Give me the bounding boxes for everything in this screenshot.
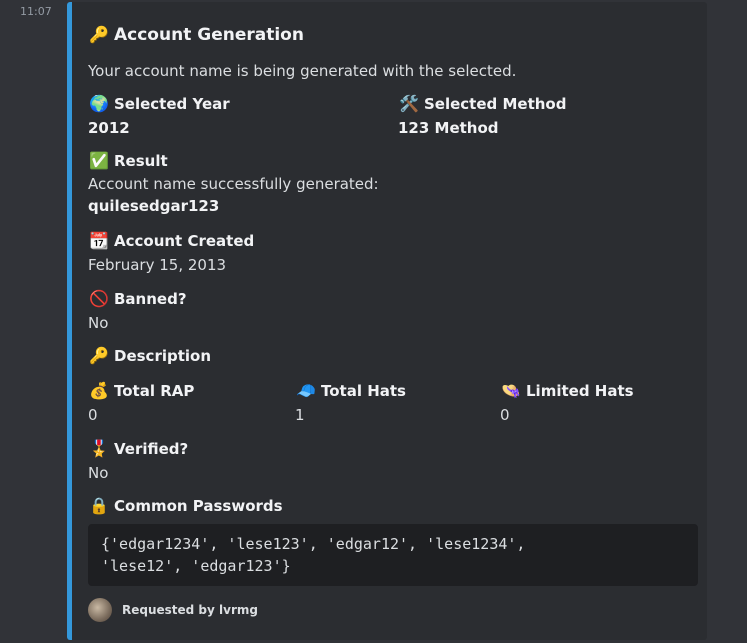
field-account-created: 📆 Account Created February 15, 2013: [88, 230, 254, 276]
embed-description: Your account name is being generated wit…: [88, 62, 517, 80]
field-description: 🔑 Description: [88, 345, 211, 367]
field-name: Description: [114, 347, 212, 365]
medal-icon: 🎖️: [89, 439, 109, 458]
field-total-rap: 💰 Total RAP 0: [88, 380, 194, 426]
lock-icon: 🔒: [89, 496, 109, 515]
embed-card: 🔑 Account Generation Your account name i…: [67, 2, 707, 640]
key-icon: 🔑: [89, 25, 109, 44]
field-name: Selected Method: [424, 95, 567, 113]
field-name: Account Created: [114, 232, 255, 250]
message-timestamp: 11:07: [20, 5, 52, 18]
field-total-hats: 🧢 Total Hats 1: [295, 380, 406, 426]
field-name: Verified?: [114, 440, 189, 458]
code-line: 'lese12', 'edgar123'}: [101, 557, 291, 575]
embed-title: 🔑 Account Generation: [88, 24, 304, 46]
field-verified: 🎖️ Verified? No: [88, 438, 188, 484]
field-value: No: [88, 464, 109, 482]
embed-title-text: Account Generation: [114, 25, 304, 45]
field-value: February 15, 2013: [88, 256, 227, 274]
money-bag-icon: 💰: [89, 381, 109, 400]
globe-icon: 🌍: [89, 94, 109, 113]
passwords-code-block[interactable]: {'edgar1234', 'lese123', 'edgar12', 'les…: [88, 524, 698, 586]
field-value: 0: [88, 406, 98, 424]
field-value: 0: [500, 406, 510, 424]
field-value: 2012: [88, 119, 130, 137]
field-name: Banned?: [114, 290, 187, 308]
field-common-passwords: 🔒 Common Passwords: [88, 495, 283, 517]
field-name: Total RAP: [114, 382, 195, 400]
field-selected-year: 🌍 Selected Year 2012: [88, 93, 230, 139]
field-value-line: Account name successfully generated:: [88, 175, 379, 193]
field-value: No: [88, 314, 109, 332]
womans-hat-icon: 👒: [501, 381, 521, 400]
field-name: Result: [114, 152, 168, 170]
field-name: Total Hats: [321, 382, 406, 400]
field-value: 123 Method: [398, 119, 499, 137]
avatar[interactable]: [88, 598, 112, 622]
calendar-icon: 📆: [89, 231, 109, 250]
field-limited-hats: 👒 Limited Hats 0: [500, 380, 634, 426]
tools-icon: 🛠️: [399, 94, 419, 113]
field-value: 1: [295, 406, 305, 424]
field-name: Limited Hats: [526, 382, 634, 400]
check-icon: ✅: [89, 151, 109, 170]
cap-icon: 🧢: [296, 381, 316, 400]
key-icon: 🔑: [89, 346, 109, 365]
code-line: {'edgar1234', 'lese123', 'edgar12', 'les…: [101, 535, 526, 553]
prohibited-icon: 🚫: [89, 289, 109, 308]
field-banned: 🚫 Banned? No: [88, 288, 187, 334]
footer-text: Requested by lvrmg: [122, 603, 258, 617]
embed-footer: Requested by lvrmg: [88, 598, 258, 622]
field-selected-method: 🛠️ Selected Method 123 Method: [398, 93, 566, 139]
field-name: Common Passwords: [114, 497, 283, 515]
generated-account-name: quilesedgar123: [88, 197, 220, 215]
field-result: ✅ Result Account name successfully gener…: [88, 150, 379, 217]
field-name: Selected Year: [114, 95, 230, 113]
